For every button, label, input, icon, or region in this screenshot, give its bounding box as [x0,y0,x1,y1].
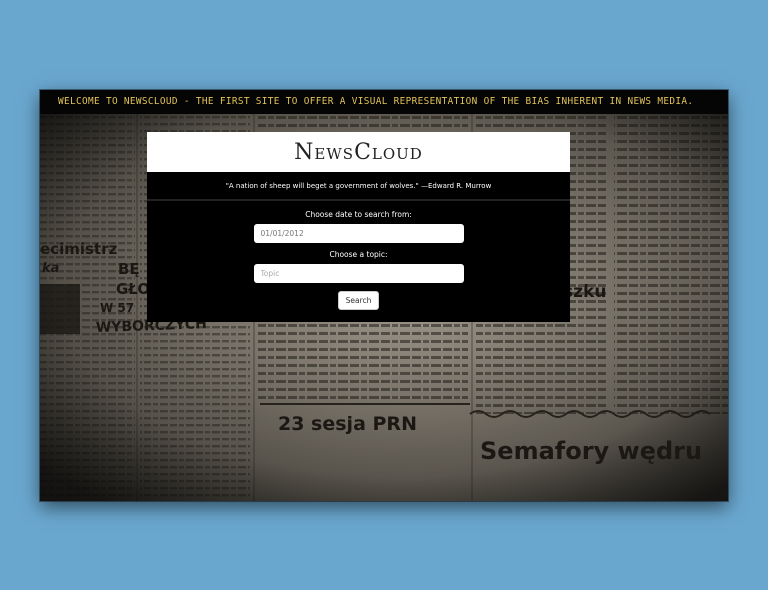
site-logo[interactable]: NewsCloud [294,140,423,165]
date-input[interactable] [253,224,464,243]
date-label: Choose date to search from: [305,210,412,219]
murrow-quote: "A nation of sheep will beget a governme… [225,182,492,190]
topic-label: Choose a topic: [329,250,388,259]
headline-glo: GŁO [116,280,150,298]
search-button[interactable]: Search [337,291,380,310]
headline-ka: ka [42,261,59,276]
browser-viewport: WELCOME TO NEWSCLOUD - THE FIRST SITE TO… [40,90,728,501]
headline-23-sesja: 23 sesja PRN [278,413,417,435]
headline-be: BĘ [118,260,140,278]
search-form: Choose date to search from: Choose a top… [147,201,570,310]
card-header: NewsCloud [147,132,570,172]
headline-w57: W 57 [100,301,134,315]
headline-semafory: Semafory wędru [480,437,702,465]
search-card: NewsCloud "A nation of sheep will beget … [147,132,570,322]
ticker-text: WELCOME TO NEWSCLOUD - THE FIRST SITE TO… [58,96,694,107]
topic-input[interactable] [253,264,464,283]
headline-ecimistrz: ecimistrz [40,240,117,258]
welcome-ticker: WELCOME TO NEWSCLOUD - THE FIRST SITE TO… [40,90,728,114]
